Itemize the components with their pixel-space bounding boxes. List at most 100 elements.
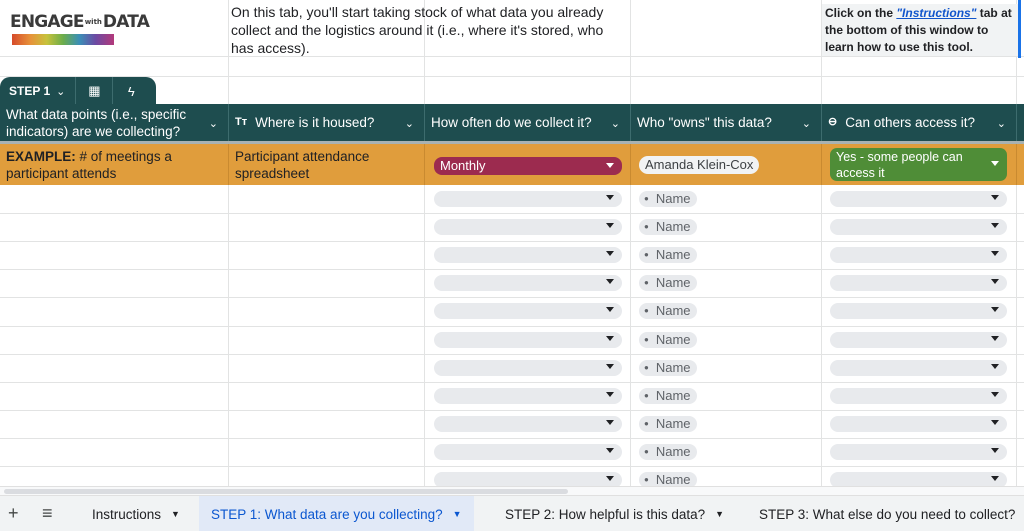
owner-person-chip[interactable]: ● Name <box>639 359 697 376</box>
frequency-dropdown[interactable] <box>434 191 622 207</box>
chevron-down-icon[interactable]: ⌄ <box>405 116 414 133</box>
access-dropdown[interactable] <box>830 387 1007 404</box>
access-dropdown[interactable] <box>830 359 1007 376</box>
column-divider <box>630 0 631 486</box>
column-header-access[interactable]: ⊖ Can others access it? ⌄ <box>822 104 1017 141</box>
dropdown-arrow-icon <box>606 476 614 481</box>
owner-person-chip[interactable]: Amanda Klein-Cox <box>639 156 760 174</box>
table-row <box>0 297 1024 299</box>
lightning-icon[interactable]: ϟ <box>113 84 149 99</box>
sheet-tab-step-1[interactable]: STEP 1: What data are you collecting? ▼ <box>199 496 474 531</box>
owner-person-chip[interactable]: ● Name <box>639 303 697 320</box>
owner-person-chip[interactable]: ● Name <box>639 275 697 292</box>
add-sheet-icon[interactable]: + <box>8 504 19 522</box>
access-dropdown[interactable] <box>830 443 1007 460</box>
name-placeholder: Name <box>655 219 691 235</box>
sheet-tab-label: Instructions <box>92 506 162 522</box>
scrollbar-thumb[interactable] <box>4 489 568 494</box>
dropdown-arrow-icon <box>606 447 614 453</box>
person-icon: ● <box>644 418 649 428</box>
owner-person-chip[interactable]: ● Name <box>639 219 697 236</box>
column-header-owner[interactable]: Who "owns" this data? ⌄ <box>631 104 822 141</box>
logo-word-with: with <box>84 17 102 26</box>
owner-person-chip[interactable]: ● Name <box>639 415 697 432</box>
all-sheets-menu-icon[interactable]: ≡ <box>42 504 53 522</box>
person-icon: ● <box>644 278 649 288</box>
column-header-frequency[interactable]: How often do we collect it? ⌄ <box>425 104 631 141</box>
sheet-tab-instructions[interactable]: Instructions ▼ <box>80 496 192 531</box>
access-dropdown[interactable] <box>830 247 1007 264</box>
chevron-down-icon[interactable]: ⌄ <box>56 85 65 98</box>
access-dropdown[interactable]: Yes - some people can access it <box>830 148 1007 181</box>
person-icon: ● <box>644 250 649 260</box>
dropdown-arrow-icon <box>606 391 614 397</box>
access-dropdown[interactable] <box>830 472 1007 486</box>
name-placeholder: Name <box>655 191 691 206</box>
access-dropdown[interactable] <box>830 219 1007 236</box>
chevron-down-icon[interactable]: ⌄ <box>209 116 218 133</box>
owner-person-chip[interactable]: ● Name <box>639 387 697 404</box>
frequency-dropdown[interactable] <box>434 472 622 486</box>
instructions-link[interactable]: "Instructions" <box>896 6 976 20</box>
frequency-dropdown[interactable] <box>434 303 622 320</box>
sheet-tab-step-3[interactable]: STEP 3: What else do you need to collect… <box>747 496 1024 531</box>
dropdown-arrow-icon <box>991 279 999 285</box>
column-header-housed[interactable]: Tт Where is it housed? ⌄ <box>229 104 425 141</box>
person-icon: ● <box>644 306 649 316</box>
table-header-row: What data points (i.e., specific indicat… <box>0 104 1024 144</box>
column-header-label: How often do we collect it? <box>431 115 592 130</box>
dropdown-arrow-icon <box>606 195 614 200</box>
dropdown-arrow-icon <box>606 251 614 257</box>
access-dropdown[interactable] <box>830 303 1007 320</box>
dropdown-arrow-icon <box>991 161 999 166</box>
text-type-icon: Tт <box>235 116 248 128</box>
owner-person-chip[interactable]: ● Name <box>639 331 697 348</box>
person-icon: ● <box>644 390 649 400</box>
dropdown-arrow-icon <box>606 335 614 341</box>
chevron-down-icon[interactable]: ⌄ <box>611 116 620 133</box>
owner-person-chip[interactable]: ● Name <box>639 472 697 486</box>
chevron-down-icon[interactable]: ⌄ <box>997 116 1006 133</box>
column-header-data-points[interactable]: What data points (i.e., specific indicat… <box>0 104 229 141</box>
frequency-dropdown[interactable] <box>434 247 622 264</box>
row-divider <box>0 76 1024 77</box>
dropdown-arrow-icon <box>991 419 999 425</box>
access-dropdown[interactable] <box>830 415 1007 432</box>
person-icon: ● <box>644 222 649 232</box>
access-dropdown[interactable] <box>830 191 1007 207</box>
access-dropdown[interactable] <box>830 331 1007 348</box>
frequency-dropdown[interactable] <box>434 275 622 292</box>
frequency-dropdown[interactable] <box>434 387 622 404</box>
access-dropdown[interactable] <box>830 275 1007 292</box>
table-tab[interactable]: STEP 1 ⌄ ▦ ϟ <box>0 77 156 105</box>
instructions-note: Click on the "Instructions" tab at the b… <box>822 4 1018 56</box>
owner-person-chip[interactable]: ● Name <box>639 443 697 460</box>
note-prefix: Click on the <box>825 6 897 20</box>
table-row <box>0 409 1024 411</box>
frequency-dropdown[interactable] <box>434 331 622 348</box>
horizontal-scrollbar[interactable] <box>0 486 1024 495</box>
spreadsheet-grid[interactable]: ENGAGEwithDATA On this tab, you'll start… <box>0 0 1024 486</box>
column-header-label: Can others access it? <box>845 115 976 130</box>
name-placeholder: Name <box>655 387 691 403</box>
frequency-dropdown[interactable] <box>434 219 622 236</box>
owner-person-chip[interactable]: ● Name <box>639 247 697 264</box>
frequency-dropdown[interactable] <box>434 359 622 376</box>
frequency-dropdown[interactable] <box>434 415 622 432</box>
example-housed-cell[interactable]: Participant attendance spreadsheet <box>229 144 425 185</box>
chevron-down-icon[interactable]: ⌄ <box>802 116 811 133</box>
caret-down-icon[interactable]: ▼ <box>453 509 462 519</box>
caret-down-icon[interactable]: ▼ <box>715 509 724 519</box>
name-placeholder: Name <box>655 359 691 375</box>
person-icon: ● <box>644 194 649 203</box>
table-name[interactable]: STEP 1 <box>0 84 50 98</box>
caret-down-icon[interactable]: ▼ <box>171 509 180 519</box>
person-icon: ● <box>644 362 649 372</box>
frequency-dropdown[interactable]: Monthly <box>434 157 622 175</box>
owner-person-chip[interactable]: ● Name <box>639 191 697 207</box>
example-data-point-cell[interactable]: EXAMPLE: # of meetings a participant att… <box>0 144 229 185</box>
sheet-tab-label: STEP 3: What else do you need to collect… <box>759 506 1016 522</box>
calculator-icon[interactable]: ▦ <box>76 83 112 99</box>
sheet-tab-step-2[interactable]: STEP 2: How helpful is this data? ▼ <box>493 496 736 531</box>
frequency-dropdown[interactable] <box>434 443 622 460</box>
